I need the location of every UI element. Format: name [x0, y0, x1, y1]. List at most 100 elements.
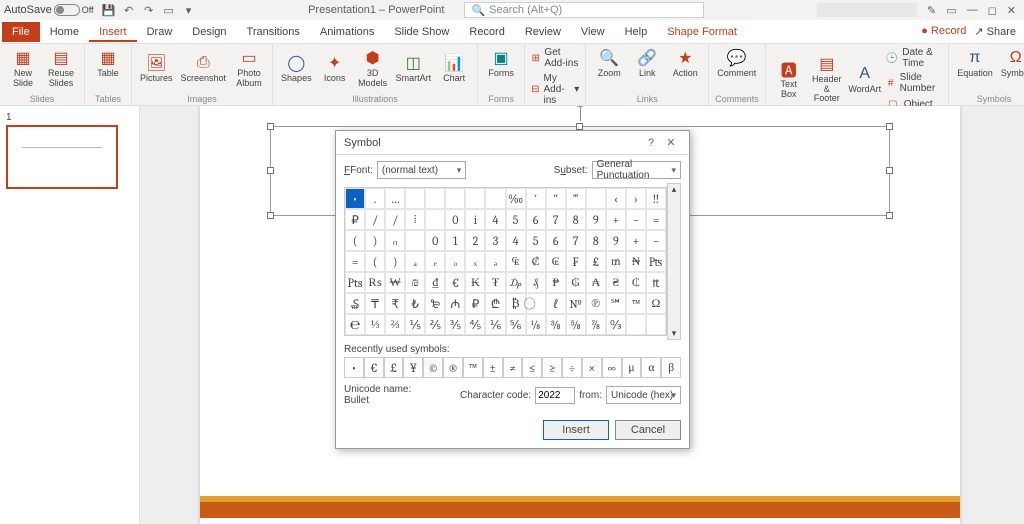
symbol-cell[interactable]: (	[365, 251, 385, 272]
redo-icon[interactable]: ↷	[142, 3, 156, 17]
tab-slideshow[interactable]: Slide Show	[384, 22, 459, 42]
cancel-button[interactable]: Cancel	[615, 420, 681, 440]
recent-symbol-cell[interactable]: ×	[582, 357, 602, 378]
symbol-cell[interactable]: ‴	[566, 188, 586, 209]
symbol-cell[interactable]: ₥	[606, 251, 626, 272]
tab-view[interactable]: View	[571, 22, 615, 42]
recent-symbol-cell[interactable]: ™	[463, 357, 483, 378]
recent-symbol-cell[interactable]: ±	[483, 357, 503, 378]
symbol-cell[interactable]: 4	[506, 230, 526, 251]
symbol-cell[interactable]: 6	[526, 209, 546, 230]
symbol-cell[interactable]: 0	[425, 230, 445, 251]
symbol-cell[interactable]: ₐ	[405, 251, 425, 272]
symbol-cell[interactable]: ₼	[445, 293, 465, 314]
symbol-cell[interactable]: ₢	[546, 251, 566, 272]
tab-record[interactable]: Record	[459, 22, 514, 42]
symbol-cell[interactable]: 5	[506, 209, 526, 230]
symbol-cell[interactable]: ₷	[345, 293, 365, 314]
symbol-cell[interactable]: 3	[485, 230, 505, 251]
symbol-cell[interactable]: ‹	[606, 188, 626, 209]
symbol-cell[interactable]: ⅞	[586, 314, 606, 335]
symbol-cell[interactable]: ⅙	[485, 314, 505, 335]
symbol-cell[interactable]: ₹	[385, 293, 405, 314]
recent-symbol-cell[interactable]: μ	[622, 357, 642, 378]
symbol-cell[interactable]: Ω	[646, 293, 666, 314]
symbol-scrollbar[interactable]: ▴▾	[667, 183, 681, 340]
header-footer-button[interactable]: ▤Header & Footer	[810, 46, 844, 112]
tab-file[interactable]: File	[2, 22, 40, 42]
symbol-cell[interactable]: ‰	[506, 188, 526, 209]
zoom-button[interactable]: 🔍Zoom	[592, 46, 626, 81]
symbol-cell[interactable]: i	[465, 209, 485, 230]
table-button[interactable]: ▦Table	[91, 46, 125, 81]
recent-symbols[interactable]: •€£¥©®™±≠≤≥÷×∞μαβ	[344, 357, 681, 378]
pictures-button[interactable]: 🖼Pictures	[138, 46, 175, 91]
symbol-cell[interactable]: ⅔	[385, 314, 405, 335]
symbol-cell[interactable]: ₺	[405, 293, 425, 314]
symbol-cell[interactable]	[425, 209, 445, 230]
qat-dropdown-icon[interactable]: ▾	[182, 3, 196, 17]
link-button[interactable]: 🔗Link	[630, 46, 664, 81]
symbol-cell[interactable]: .	[365, 188, 385, 209]
recent-symbol-cell[interactable]: ≥	[542, 357, 562, 378]
symbol-cell[interactable]: ™	[626, 293, 646, 314]
symbol-cell[interactable]: /	[365, 209, 385, 230]
symbol-cell[interactable]: 2	[465, 230, 485, 251]
symbol-cell[interactable]: ₑ	[425, 251, 445, 272]
symbol-cell[interactable]: ₳	[586, 272, 606, 293]
symbol-cell[interactable]: 0	[445, 209, 465, 230]
symbol-cell[interactable]: ₾	[485, 293, 505, 314]
comment-button[interactable]: 💬Comment	[715, 46, 758, 81]
smartart-button[interactable]: ◫SmartArt	[394, 46, 434, 91]
symbol-cell[interactable]	[405, 188, 425, 209]
symbol-cell[interactable]: ⅛	[526, 314, 546, 335]
tab-transitions[interactable]: Transitions	[237, 22, 310, 42]
symbol-cell[interactable]: /	[385, 209, 405, 230]
symbol-cell[interactable]: №	[566, 293, 586, 314]
symbol-cell[interactable]: ₯	[506, 272, 526, 293]
symbol-cell[interactable]: €	[445, 272, 465, 293]
tab-insert[interactable]: Insert	[89, 22, 137, 42]
slide-number-button[interactable]: #Slide Number	[886, 71, 942, 95]
symbol-cell[interactable]	[646, 314, 666, 335]
symbol-cell[interactable]: ⅜	[546, 314, 566, 335]
dialog-help-icon[interactable]: ?	[641, 137, 661, 149]
symbol-cell[interactable]: ⁞	[405, 209, 425, 230]
tab-design[interactable]: Design	[182, 22, 236, 42]
symbol-cell[interactable]: ↉	[606, 314, 626, 335]
symbol-cell[interactable]: ″	[546, 188, 566, 209]
symbol-cell[interactable]: 6	[546, 230, 566, 251]
symbol-cell[interactable]: ₓ	[465, 251, 485, 272]
get-addins-button[interactable]: ⊞Get Add-ins	[531, 46, 579, 70]
symbol-button[interactable]: ΩSymbol	[999, 46, 1024, 81]
recent-symbol-cell[interactable]: β	[661, 357, 681, 378]
save-icon[interactable]: 💾	[102, 3, 116, 17]
symbol-cell[interactable]: ₦	[626, 251, 646, 272]
symbol-cell[interactable]: )	[385, 251, 405, 272]
symbol-cell[interactable]: ℗	[586, 293, 606, 314]
tab-shape-format[interactable]: Shape Format	[657, 22, 747, 42]
symbol-grid[interactable]: •.…‰′″‴‹›‼₽//⁞0i456789+−=()ₙ0123456789+−…	[344, 187, 667, 336]
recent-symbol-cell[interactable]: ÷	[562, 357, 582, 378]
symbol-cell[interactable]: ₙ	[385, 230, 405, 251]
symbol-cell[interactable]: ₪	[405, 272, 425, 293]
symbol-cell[interactable]: ₣	[566, 251, 586, 272]
symbol-cell[interactable]: ℓ	[546, 293, 566, 314]
maximize-icon[interactable]: ◻	[988, 4, 997, 17]
equation-button[interactable]: πEquation	[955, 46, 995, 81]
slide-thumbnail[interactable]	[6, 125, 118, 189]
symbol-cell[interactable]: −	[646, 230, 666, 251]
3d-models-button[interactable]: ⬢3D Models	[356, 46, 390, 91]
recent-symbol-cell[interactable]: ¥	[403, 357, 423, 378]
reuse-slides-button[interactable]: ▤Reuse Slides	[44, 46, 78, 91]
recent-symbol-cell[interactable]: ∞	[602, 357, 622, 378]
autosave-toggle[interactable]	[54, 4, 80, 16]
symbol-cell[interactable]: ₫	[425, 272, 445, 293]
recent-symbol-cell[interactable]: •	[344, 357, 364, 378]
ribbon-options-icon[interactable]: ✎	[927, 4, 936, 17]
symbol-cell[interactable]	[445, 188, 465, 209]
recent-symbol-cell[interactable]: ≤	[522, 357, 542, 378]
date-time-button[interactable]: 🕒Date & Time	[886, 46, 942, 70]
symbol-cell[interactable]: ⅖	[425, 314, 445, 335]
symbol-cell[interactable]: ‼	[646, 188, 666, 209]
